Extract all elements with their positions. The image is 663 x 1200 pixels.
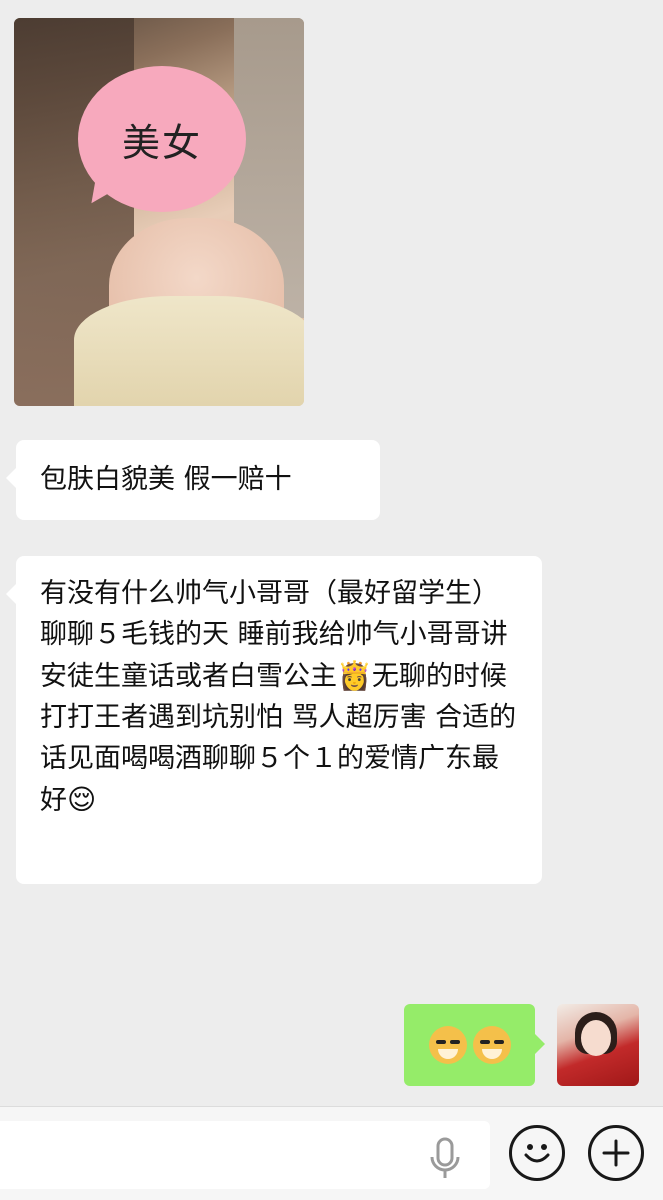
doge-emoji xyxy=(472,1026,511,1064)
photo-dress xyxy=(74,296,304,406)
plus-icon xyxy=(602,1139,630,1167)
more-options-button[interactable] xyxy=(588,1125,644,1181)
microphone-icon[interactable] xyxy=(427,1137,463,1181)
image-message[interactable]: 美女 xyxy=(14,18,304,406)
message-input[interactable] xyxy=(0,1121,490,1189)
my-avatar[interactable] xyxy=(557,1004,639,1086)
message-text: 包肤白貌美 假一赔十 xyxy=(40,464,292,495)
smiley-icon xyxy=(524,1144,550,1163)
avatar-face xyxy=(581,1020,611,1056)
speech-bubble-sticker: 美女 xyxy=(78,66,246,212)
input-bar xyxy=(0,1106,663,1200)
sticker-label: 美女 xyxy=(121,120,202,165)
smirk-emoji: 😌 xyxy=(67,783,97,816)
outgoing-message[interactable] xyxy=(404,1004,545,1086)
incoming-message-2[interactable]: 有没有什么帅气小哥哥（最好留学生）聊聊５毛钱的天 睡前我给帅气小哥哥讲安徒生童话… xyxy=(6,556,542,884)
incoming-message-1[interactable]: 包肤白貌美 假一赔十 xyxy=(6,440,380,520)
princess-emoji: 👸 xyxy=(337,659,372,692)
emoji-button[interactable] xyxy=(509,1125,565,1181)
doge-emoji xyxy=(428,1026,467,1064)
